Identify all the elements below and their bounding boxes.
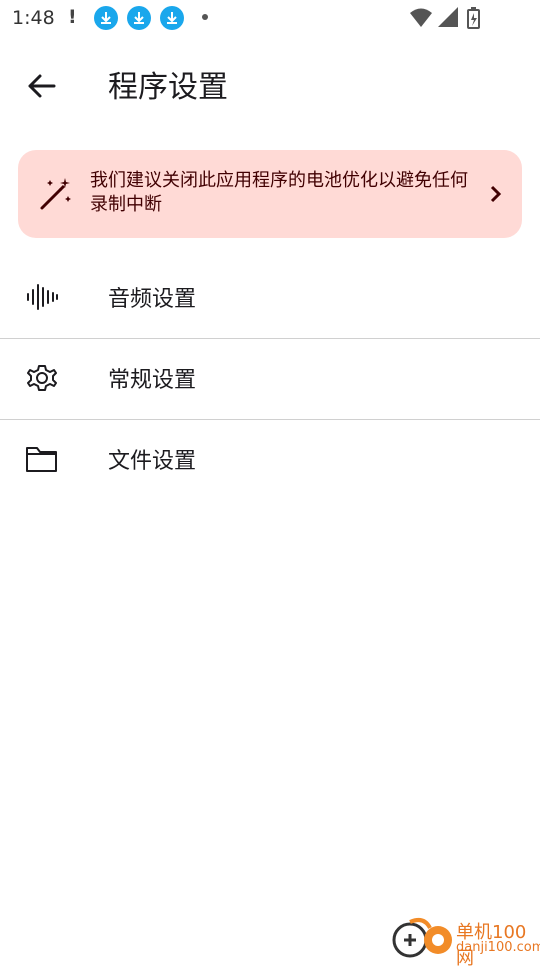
watermark-logo-icon bbox=[392, 918, 452, 958]
status-bar: 1:48 ! bbox=[0, 0, 540, 36]
watermark-domain: danji100.com bbox=[456, 940, 540, 955]
audio-waveform-icon bbox=[24, 281, 60, 313]
download-icon bbox=[127, 6, 151, 30]
wifi-icon bbox=[410, 8, 432, 27]
system-icons bbox=[410, 7, 500, 33]
notification-dot-icon bbox=[202, 14, 208, 20]
settings-item-label: 音频设置 bbox=[108, 287, 197, 312]
settings-item-audio[interactable]: 音频设置 bbox=[0, 257, 540, 337]
watermark-logo: 单机100网 danji100.com bbox=[390, 916, 540, 969]
settings-item-files[interactable]: 文件设置 bbox=[0, 419, 540, 499]
page-title: 程序设置 bbox=[108, 70, 228, 105]
battery-optimization-banner[interactable]: 我们建议关闭此应用程序的电池优化以避免任何录制中断 bbox=[18, 150, 522, 238]
app-bar: 程序设置 bbox=[0, 44, 540, 124]
settings-item-label: 文件设置 bbox=[108, 449, 197, 474]
magic-wand-icon bbox=[38, 176, 74, 216]
banner-message: 我们建议关闭此应用程序的电池优化以避免任何录制中断 bbox=[90, 170, 468, 215]
settings-item-label: 常规设置 bbox=[108, 368, 197, 393]
download-icon bbox=[94, 6, 118, 30]
settings-item-general[interactable]: 常规设置 bbox=[0, 338, 540, 418]
download-icon bbox=[160, 6, 184, 30]
battery-charging-icon bbox=[467, 7, 480, 29]
arrow-back-icon[interactable] bbox=[22, 66, 62, 106]
folder-icon bbox=[24, 443, 60, 475]
alert-icon: ! bbox=[68, 6, 77, 28]
status-time: 1:48 bbox=[12, 7, 55, 29]
cell-signal-icon bbox=[438, 7, 458, 27]
chevron-right-icon bbox=[486, 182, 506, 210]
gear-icon bbox=[24, 362, 60, 394]
